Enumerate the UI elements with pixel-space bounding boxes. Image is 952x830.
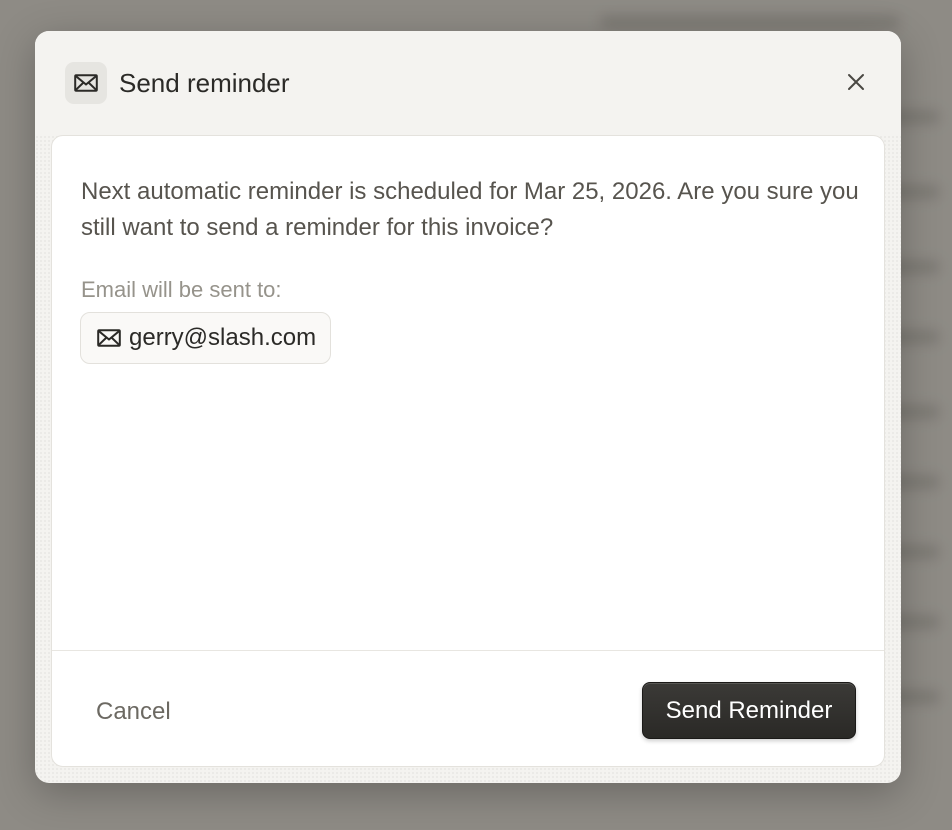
dialog-title: Send reminder <box>119 68 290 98</box>
recipients-label: Email will be sent to: <box>81 277 282 302</box>
dialog-header: Send reminder <box>35 31 901 135</box>
mail-icon <box>65 62 107 104</box>
close-icon <box>848 74 864 90</box>
close-button[interactable] <box>841 67 871 97</box>
footer-divider <box>52 650 884 651</box>
mail-icon <box>97 329 121 347</box>
send-reminder-button[interactable]: Send Reminder <box>642 682 856 739</box>
cancel-button[interactable]: Cancel <box>80 684 187 740</box>
send-reminder-dialog: Send reminder Next automatic reminder is… <box>35 31 901 783</box>
dialog-body: Next automatic reminder is scheduled for… <box>51 135 885 767</box>
recipient-email: gerry@slash.com <box>129 324 317 351</box>
recipient-email-chip: gerry@slash.com <box>80 312 332 364</box>
confirmation-message: Next automatic reminder is scheduled for… <box>81 178 859 241</box>
